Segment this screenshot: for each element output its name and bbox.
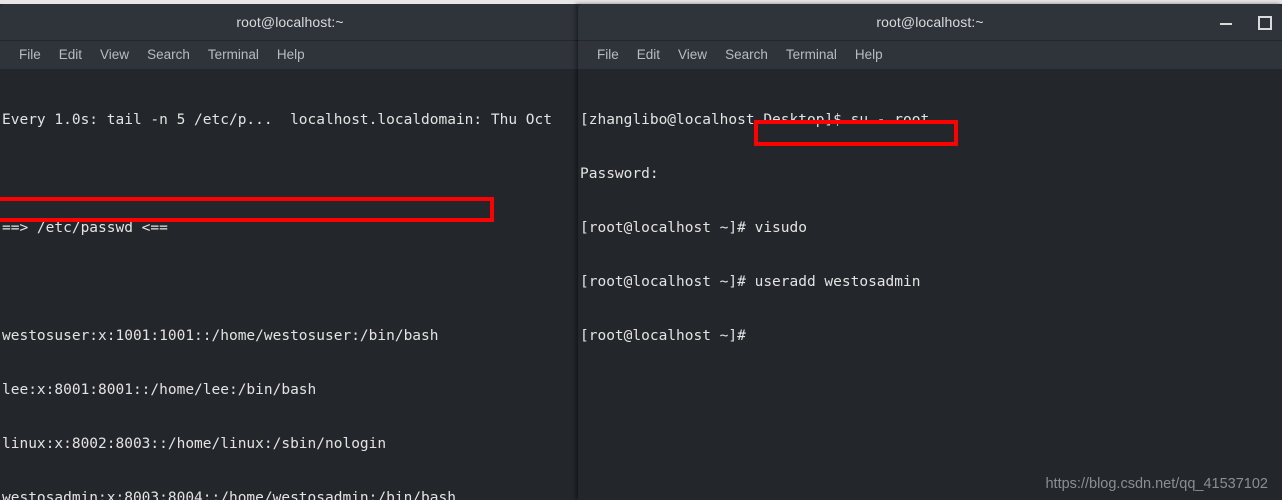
menu-help[interactable]: Help xyxy=(268,41,314,69)
terminal-window-left[interactable]: root@localhost:~ File Edit View Search T… xyxy=(0,4,580,500)
titlebar-right[interactable]: root@localhost:~ xyxy=(578,4,1282,41)
menu-terminal[interactable]: Terminal xyxy=(777,41,846,69)
menu-file[interactable]: File xyxy=(588,41,628,69)
menubar-left[interactable]: File Edit View Search Terminal Help xyxy=(0,41,580,70)
menu-view[interactable]: View xyxy=(91,41,138,69)
window-title-right: root@localhost:~ xyxy=(876,14,984,30)
window-controls-right[interactable] xyxy=(1218,4,1272,40)
terminal-line-highlighted: [root@localhost ~]# useradd westosadmin xyxy=(580,274,921,290)
watermark-url: https://blog.csdn.net/qq_41537102 xyxy=(1045,476,1268,492)
terminal-line: ==> /etc/passwd <== xyxy=(2,220,168,236)
menu-search[interactable]: Search xyxy=(716,41,777,69)
menu-file[interactable]: File xyxy=(10,41,50,69)
terminal-line: westosuser:x:1001:1001::/home/westosuser… xyxy=(2,328,439,344)
menu-edit[interactable]: Edit xyxy=(628,41,669,69)
menubar-right[interactable]: File Edit View Search Terminal Help xyxy=(578,41,1282,70)
menu-view[interactable]: View xyxy=(669,41,716,69)
terminal-line: [zhanglibo@localhost Desktop]$ su - root xyxy=(580,112,930,128)
menu-edit[interactable]: Edit xyxy=(50,41,91,69)
terminal-line: lee:x:8001:8001::/home/lee:/bin/bash xyxy=(2,382,317,398)
terminal-window-right[interactable]: root@localhost:~ File Edit View Search T… xyxy=(578,4,1282,500)
terminal-line: [root@localhost ~]# visudo xyxy=(580,220,807,236)
menu-search[interactable]: Search xyxy=(138,41,199,69)
terminal-line-highlighted: westosadmin:x:8003:8004::/home/westosadm… xyxy=(2,490,456,500)
maximize-icon[interactable] xyxy=(1256,14,1272,30)
minimize-icon[interactable] xyxy=(1218,14,1234,30)
menu-help[interactable]: Help xyxy=(846,41,892,69)
terminal-line: [root@localhost ~]# xyxy=(580,328,746,344)
terminal-output-right[interactable]: [zhanglibo@localhost Desktop]$ su - root… xyxy=(578,70,1282,500)
terminal-line: linux:x:8002:8003::/home/linux:/sbin/nol… xyxy=(2,436,387,452)
titlebar-left[interactable]: root@localhost:~ xyxy=(0,4,580,41)
menu-terminal[interactable]: Terminal xyxy=(199,41,268,69)
terminal-line: Every 1.0s: tail -n 5 /etc/p... localhos… xyxy=(2,112,552,128)
window-title-left: root@localhost:~ xyxy=(236,14,344,30)
terminal-line: Password: xyxy=(580,166,659,182)
terminal-output-left[interactable]: Every 1.0s: tail -n 5 /etc/p... localhos… xyxy=(0,70,580,500)
